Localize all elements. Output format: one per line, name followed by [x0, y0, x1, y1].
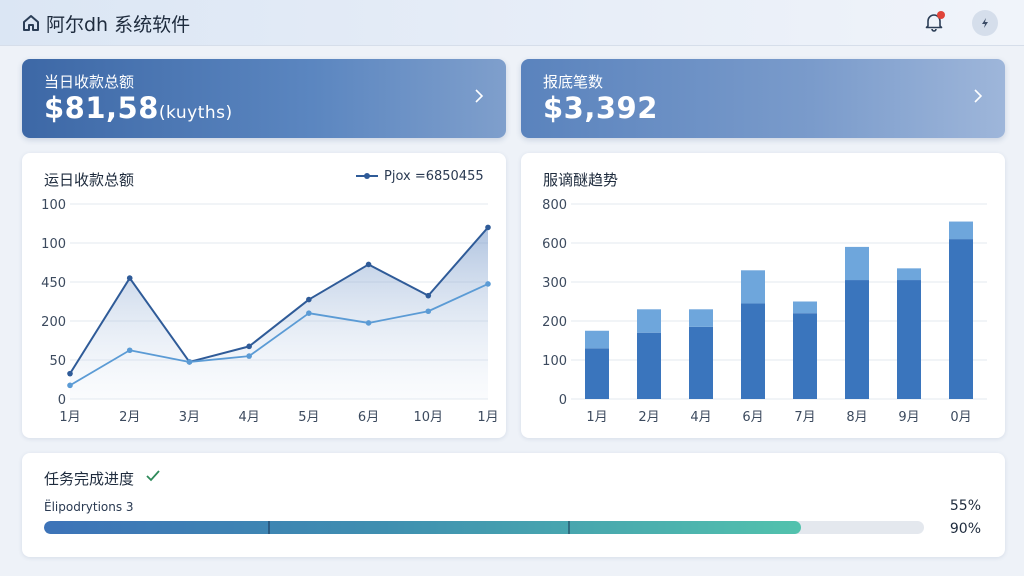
x-tick-label: 6月: [358, 410, 379, 425]
x-tick-label: 6月: [742, 410, 763, 425]
x-tick-label: 10月: [414, 410, 444, 425]
data-point[interactable]: [365, 320, 372, 326]
legend-label: Pjox =6850455: [384, 169, 484, 184]
x-tick-label: 1月: [59, 410, 80, 425]
bar-segment-base[interactable]: [949, 239, 973, 399]
kpi-unit: (kuyths): [158, 103, 233, 123]
y-tick-label: 100: [542, 354, 567, 369]
kpi-card-report-count[interactable]: 报底笔数 $3,392: [521, 59, 1005, 138]
kpi-card-daily-total[interactable]: 当日收款总额 $81,58(kuyths): [22, 59, 506, 138]
progress-segment-marker: [268, 521, 271, 534]
bar-segment-top[interactable]: [689, 309, 713, 327]
legend-line-marker: [356, 173, 378, 179]
data-point[interactable]: [485, 281, 491, 287]
chevron-right-icon[interactable]: [973, 89, 983, 103]
chart-title: 运日收款总额: [44, 171, 135, 189]
kpi-amount: $81,58: [44, 91, 159, 125]
data-point[interactable]: [365, 261, 372, 268]
x-tick-label: 4月: [690, 410, 711, 425]
progress-fill: [44, 521, 801, 534]
kpi-label: 报底笔数: [543, 73, 604, 91]
chart-title: 服谪醚趋势: [543, 171, 619, 189]
top-bar: 阿尔dh 系统软件: [0, 0, 1024, 46]
y-tick-label: 800: [542, 198, 567, 213]
bar-chart: 0 100 200 300 600 800 1月 2月 4月 6月 7月 8月 9月 0月: [542, 198, 987, 425]
y-tick-label: 450: [41, 276, 66, 291]
progress-label: Ëlipodrytions 3: [44, 500, 134, 514]
data-point[interactable]: [67, 370, 73, 377]
bar-segment-base[interactable]: [793, 313, 817, 399]
data-point[interactable]: [246, 353, 252, 359]
x-tick-label: 2月: [119, 410, 140, 425]
series-area: [70, 227, 488, 399]
y-tick-label: 200: [41, 315, 66, 330]
x-tick-label: 1月: [586, 410, 607, 425]
y-tick-label: 600: [542, 237, 567, 252]
y-tick-label: 200: [542, 315, 567, 330]
bar-segment-top[interactable]: [585, 330, 609, 349]
y-tick-label: 0: [58, 393, 66, 408]
data-point[interactable]: [67, 382, 73, 389]
kpi-value: $81,58(kuyths): [44, 91, 233, 125]
progress-percent-bottom: 90%: [949, 521, 981, 537]
bar-segment-top[interactable]: [793, 301, 817, 314]
y-tick-label: 50: [49, 354, 66, 369]
data-point[interactable]: [186, 359, 193, 365]
data-point[interactable]: [126, 275, 133, 281]
x-tick-label: 5月: [298, 410, 319, 425]
kpi-value: $3,392: [543, 91, 658, 125]
bar-segment-base[interactable]: [637, 332, 661, 399]
progress-card: 任务完成进度 Ëlipodrytions 3 55% 90%: [22, 453, 1005, 557]
data-point[interactable]: [306, 310, 312, 316]
x-tick-label: 1月: [477, 410, 498, 425]
check-icon: [146, 470, 160, 482]
data-point[interactable]: [246, 343, 252, 350]
bar-segment-top[interactable]: [637, 309, 661, 333]
y-tick-label: 100: [41, 198, 66, 213]
x-tick-label: 8月: [846, 410, 867, 425]
kpi-label: 当日收款总额: [44, 73, 135, 91]
x-tick-label: 9月: [898, 410, 919, 425]
y-tick-label: 0: [559, 393, 567, 408]
x-tick-label: 4月: [239, 410, 260, 425]
bar-chart-card: 0 100 200 300 600 800 1月 2月 4月 6月 7月 8月 9月 0月 服谪醚趋势: [521, 153, 1005, 438]
x-tick-label: 7月: [794, 410, 815, 425]
bar-segment-base[interactable]: [689, 326, 713, 399]
line-chart: 0 50 200 450 100 100 1月 2月 3月 4月 5月 6月 10月 1月: [41, 198, 498, 425]
bar-segment-top[interactable]: [949, 221, 973, 240]
data-point[interactable]: [306, 296, 312, 303]
progress-title: 任务完成进度: [44, 470, 135, 488]
bar-segment-top[interactable]: [897, 268, 921, 281]
x-tick-label: 3月: [179, 410, 200, 425]
lightning-icon: [982, 18, 988, 28]
progress-segment-marker: [567, 521, 570, 534]
bar-segment-base[interactable]: [897, 280, 921, 399]
data-point[interactable]: [485, 224, 491, 231]
x-tick-label: 2月: [638, 410, 659, 425]
x-tick-label: 0月: [950, 410, 971, 425]
line-chart-card: 0 50 200 450 100 100 1月 2月 3月 4月 5月 6月 10月 1月 运日收款总额 …: [22, 153, 506, 438]
progress-percent-top: 55%: [949, 498, 981, 514]
notification-dot: [937, 11, 945, 19]
data-point[interactable]: [425, 292, 432, 299]
data-point[interactable]: [126, 347, 133, 354]
bar-segment-base[interactable]: [845, 280, 869, 399]
bar-segment-top[interactable]: [741, 270, 765, 304]
y-tick-label: 100: [41, 237, 66, 252]
bar-segment-top[interactable]: [845, 246, 869, 281]
bar-segment-base[interactable]: [585, 348, 609, 399]
quick-action-button[interactable]: [972, 10, 998, 36]
home-icon[interactable]: [22, 14, 40, 32]
bar-segment-base[interactable]: [741, 303, 765, 399]
chevron-right-icon[interactable]: [474, 89, 484, 103]
app-title: 阿尔dh 系统软件: [46, 14, 191, 36]
data-point[interactable]: [425, 308, 432, 315]
y-tick-label: 300: [542, 276, 567, 291]
progress-track: [44, 521, 924, 534]
